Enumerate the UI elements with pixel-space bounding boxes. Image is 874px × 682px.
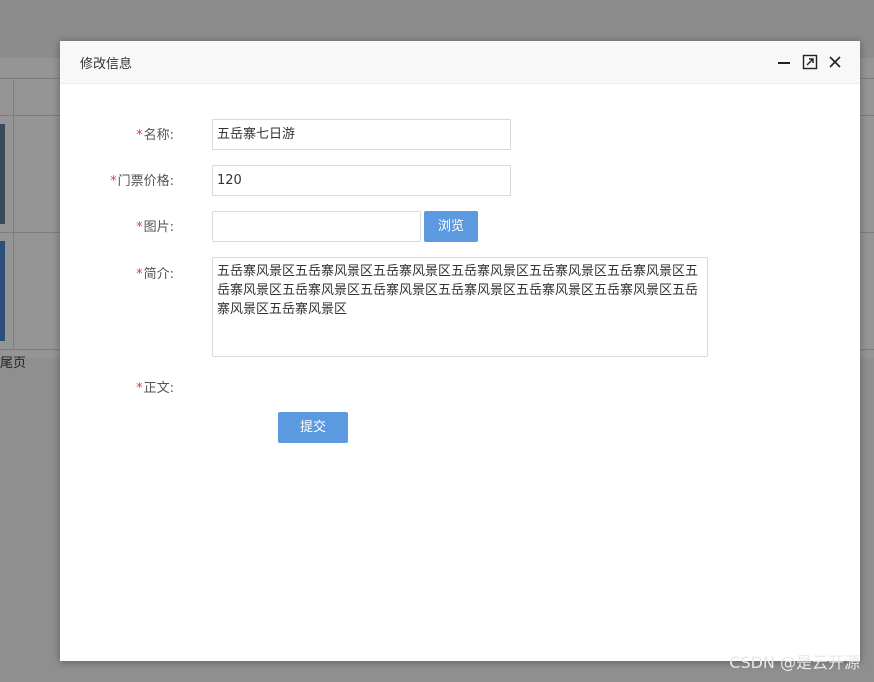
intro-label-text: 简介: <box>143 267 174 282</box>
minimize-icon[interactable] <box>776 54 792 70</box>
browse-button[interactable]: 浏览 <box>424 211 478 242</box>
background-thumbnail <box>0 241 5 341</box>
last-page-link[interactable]: 尾页 <box>0 352 26 371</box>
watermark: CSDN @是云开源 <box>729 653 860 672</box>
required-mark: * <box>136 128 143 143</box>
body-label: *正文: <box>60 377 174 396</box>
required-mark: * <box>136 220 143 235</box>
submit-button[interactable]: 提交 <box>278 412 348 443</box>
name-label: *名称: <box>60 124 174 143</box>
name-label-text: 名称: <box>143 128 174 143</box>
required-mark: * <box>136 267 143 282</box>
intro-label: *简介: <box>60 263 174 282</box>
price-label-text: 门票价格: <box>117 174 174 189</box>
required-mark: * <box>136 381 143 396</box>
required-mark: * <box>110 174 117 189</box>
price-label: *门票价格: <box>60 170 174 189</box>
image-label: *图片: <box>60 216 174 235</box>
close-icon[interactable] <box>827 54 843 70</box>
body-label-text: 正文: <box>143 381 174 396</box>
background-thumbnail <box>0 124 5 224</box>
edit-info-dialog: 修改信息 *名称: 五岳寨七日游 *门票价格: 120 *图片: 浏览 *简介:… <box>60 41 860 661</box>
background-column-divider <box>13 80 14 350</box>
dialog-header: 修改信息 <box>60 41 860 84</box>
dialog-title: 修改信息 <box>80 57 133 72</box>
maximize-icon[interactable] <box>802 54 818 70</box>
intro-textarea[interactable]: 五岳寨风景区五岳寨风景区五岳寨风景区五岳寨风景区五岳寨风景区五岳寨风景区五岳寨风… <box>212 257 708 357</box>
name-input[interactable]: 五岳寨七日游 <box>212 119 511 150</box>
image-label-text: 图片: <box>143 220 174 235</box>
price-input[interactable]: 120 <box>212 165 511 196</box>
image-path-input[interactable] <box>212 211 421 242</box>
